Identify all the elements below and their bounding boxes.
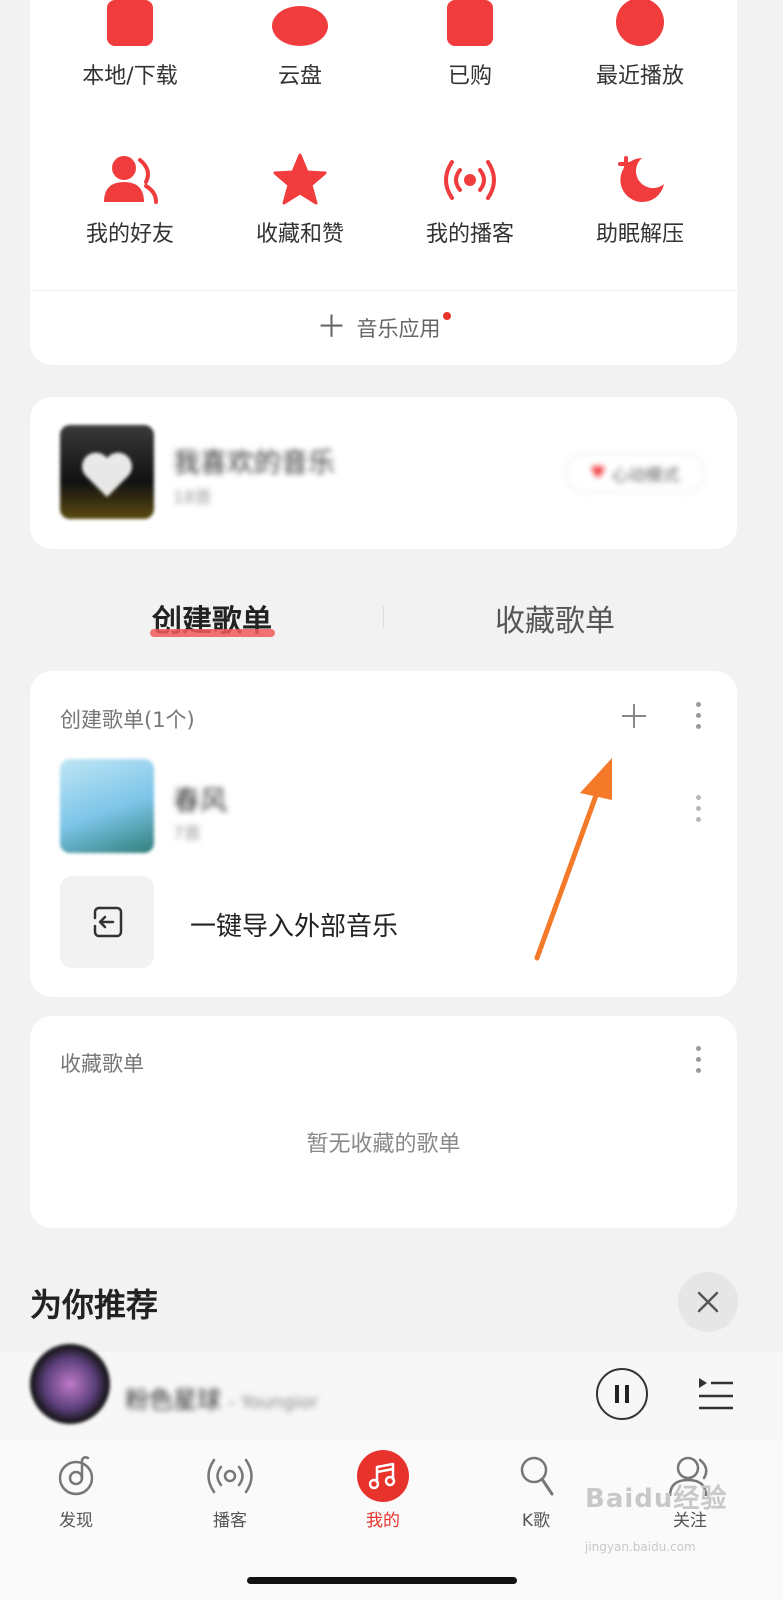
watermark-logo: Baidu经验 — [585, 1484, 728, 1514]
annotation-arrow-icon — [534, 758, 612, 961]
watermark-url: jingyan.baidu.com — [585, 1540, 696, 1554]
